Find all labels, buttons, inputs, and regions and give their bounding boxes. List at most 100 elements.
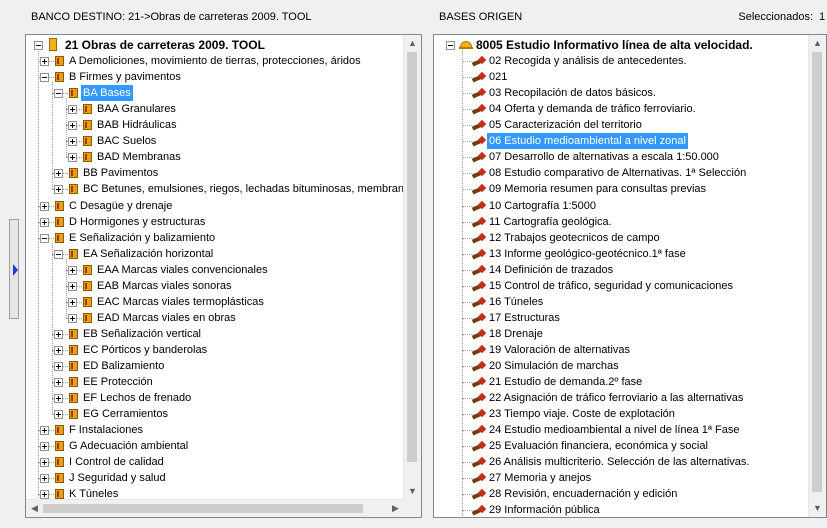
- scroll-up-icon[interactable]: ▲: [809, 35, 826, 52]
- tree-node-label: BAB Hidráulicas: [97, 119, 177, 132]
- tree-node-label: BAC Suelos: [97, 135, 157, 148]
- expand-icon[interactable]: [40, 217, 49, 227]
- collapse-icon[interactable]: [446, 41, 455, 50]
- expand-icon[interactable]: [54, 185, 63, 195]
- expand-icon[interactable]: [68, 297, 77, 307]
- tree-node-label: EF Lechos de frenado: [83, 392, 192, 405]
- pencil-ruler-icon: [472, 505, 488, 515]
- tree-node-label: C Desagüe y drenaje: [69, 199, 173, 212]
- list-item-label: 18 Drenaje: [489, 327, 543, 340]
- list-item-label: 22 Asignación de tráfico ferroviario a l…: [489, 392, 744, 405]
- collapse-icon[interactable]: [54, 89, 63, 99]
- vertical-scrollbar[interactable]: ▲ ▼: [808, 35, 826, 517]
- tree-node-label: EAD Marcas viales en obras: [97, 311, 236, 324]
- book-chapter-icon: [69, 248, 78, 259]
- list-item-label: 26 Análisis multicriterio. Selección de …: [489, 456, 750, 469]
- book-chapter-icon: [69, 393, 78, 404]
- pencil-ruler-icon: [472, 441, 488, 451]
- expand-icon[interactable]: [40, 426, 49, 436]
- pencil-ruler-icon: [472, 201, 488, 211]
- book-chapter-icon: [69, 168, 78, 179]
- scroll-down-icon[interactable]: ▼: [809, 500, 826, 517]
- tree-node-label: I Control de calidad: [69, 456, 164, 469]
- expand-icon[interactable]: [54, 394, 63, 404]
- expand-icon[interactable]: [54, 378, 63, 388]
- origin-tree[interactable]: 8005 Estudio Informativo línea de alta v…: [433, 34, 827, 518]
- vertical-scrollbar[interactable]: ▲ ▼: [403, 35, 421, 500]
- expand-icon[interactable]: [68, 121, 77, 131]
- tree-node-label: BAA Granulares: [97, 103, 176, 116]
- expand-icon[interactable]: [68, 313, 77, 323]
- tree-connector: [38, 49, 39, 511]
- pencil-ruler-icon: [472, 136, 488, 146]
- expand-icon[interactable]: [54, 345, 63, 355]
- pencil-ruler-icon: [472, 249, 488, 259]
- pencil-ruler-icon: [472, 457, 488, 467]
- pencil-ruler-icon: [472, 184, 488, 194]
- tree-connector: [52, 242, 53, 415]
- list-item-label: 07 Desarrollo de alternativas a escala 1…: [489, 151, 719, 164]
- collapse-icon[interactable]: [54, 249, 63, 259]
- destination-header: BANCO DESTINO: 21->Obras de carreteras 2…: [31, 11, 312, 23]
- collapse-icon[interactable]: [40, 233, 49, 243]
- expand-icon[interactable]: [68, 137, 77, 147]
- list-item-label: 06 Estudio medioambiental a nivel zonal: [487, 133, 688, 150]
- list-item-label: 021: [489, 71, 508, 84]
- expand-icon[interactable]: [40, 442, 49, 452]
- expand-icon[interactable]: [40, 458, 49, 468]
- expand-icon[interactable]: [54, 169, 63, 179]
- book-chapter-icon: [83, 280, 92, 291]
- pencil-ruler-icon: [472, 377, 488, 387]
- origin-title: BASES ORIGEN: [439, 11, 523, 23]
- scroll-thumb[interactable]: [407, 52, 417, 462]
- pencil-ruler-icon: [472, 409, 488, 419]
- book-chapter-icon: [69, 361, 78, 371]
- book-chapter-icon: [69, 328, 78, 339]
- book-chapter-icon: [55, 72, 64, 83]
- tree-node-label: ED Balizamiento: [83, 360, 165, 372]
- expand-icon[interactable]: [40, 57, 49, 67]
- horizontal-scrollbar[interactable]: ◀ ▶: [26, 499, 404, 517]
- book-chapter-icon: [69, 344, 78, 355]
- scroll-thumb-horizontal[interactable]: [43, 504, 363, 513]
- expand-icon[interactable]: [54, 410, 63, 420]
- book-chapter-icon: [69, 88, 78, 99]
- list-item-label: 09 Memoria resumen para consultas previa…: [489, 183, 707, 196]
- list-item-label: 15 Control de tráfico, seguridad y comun…: [489, 279, 733, 292]
- expand-icon[interactable]: [68, 153, 77, 163]
- tree-node-label: D Hormigones y estructuras: [69, 215, 206, 228]
- tree-node-label: E Señalización y balizamiento: [69, 231, 216, 244]
- splitter-handle[interactable]: [9, 219, 19, 319]
- list-item-label: 04 Oferta y demanda de tráfico ferroviar…: [489, 103, 696, 116]
- tree-connector: [462, 49, 463, 517]
- book-chapter-icon: [83, 104, 92, 115]
- expand-icon[interactable]: [54, 362, 63, 371]
- list-item-label: 12 Trabajos geotecnicos de campo: [489, 231, 660, 244]
- pencil-ruler-icon: [472, 345, 488, 355]
- expand-icon[interactable]: [54, 329, 63, 339]
- scroll-up-icon[interactable]: ▲: [404, 35, 421, 52]
- book-chapter-icon: [83, 296, 92, 307]
- scroll-corner: [404, 500, 421, 517]
- list-item-label: 11 Cartografía geológica.: [489, 215, 612, 228]
- expand-icon[interactable]: [40, 474, 49, 484]
- expand-icon[interactable]: [68, 281, 77, 291]
- list-item-label: 27 Memoria y anejos: [489, 472, 592, 485]
- collapse-arrow-icon[interactable]: [13, 264, 18, 276]
- list-item-label: 13 Informe geológico-geotécnico.1ª fase: [489, 247, 686, 260]
- scroll-right-icon[interactable]: ▶: [387, 500, 404, 517]
- tree-node-label: BAD Membranas: [97, 151, 181, 164]
- book-chapter-icon: [83, 152, 92, 163]
- collapse-icon[interactable]: [40, 73, 49, 83]
- helmet-icon: [459, 39, 473, 49]
- expand-icon[interactable]: [68, 105, 77, 115]
- tree-node-label: BC Betunes, emulsiones, riegos, lechadas…: [83, 183, 422, 196]
- destination-tree[interactable]: 21 Obras de carreteras 2009. TOOL A Demol…: [25, 34, 422, 518]
- scroll-left-icon[interactable]: ◀: [26, 500, 43, 517]
- list-item-label: 03 Recopilación de datos básicos.: [489, 87, 656, 100]
- expand-icon[interactable]: [68, 265, 77, 275]
- scroll-thumb[interactable]: [812, 52, 822, 492]
- tree-node-label: EAB Marcas viales sonoras: [97, 279, 232, 292]
- scroll-down-icon[interactable]: ▼: [404, 483, 421, 500]
- expand-icon[interactable]: [40, 201, 49, 211]
